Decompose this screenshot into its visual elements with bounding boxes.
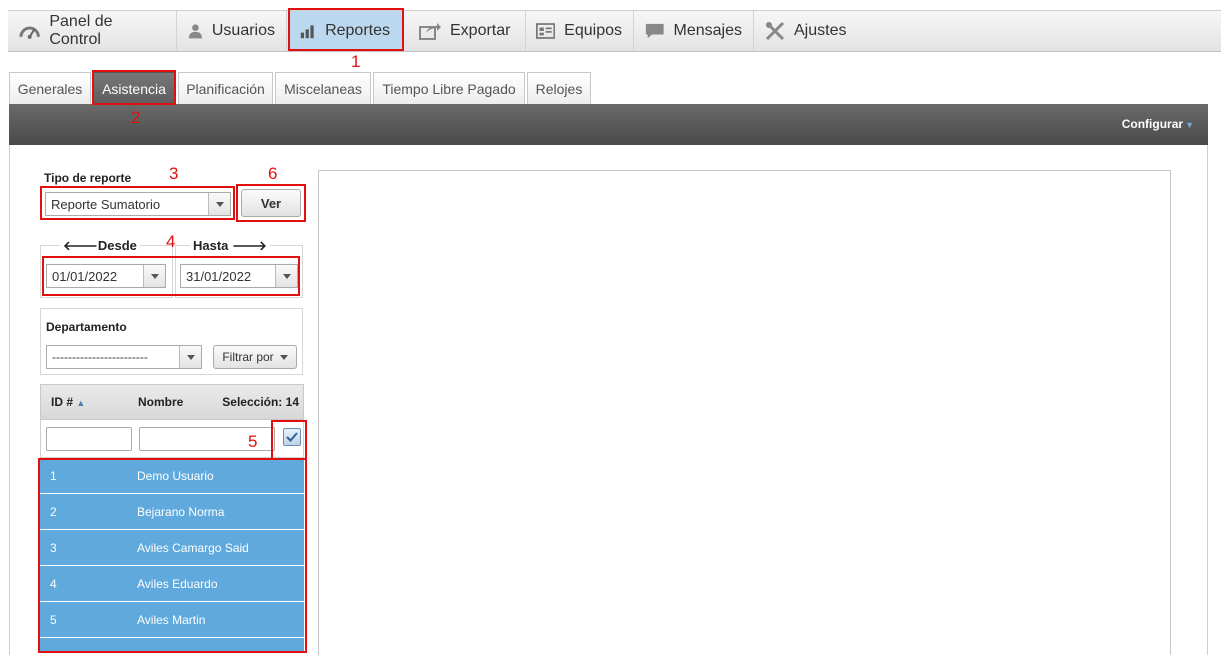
annotation-box-6 bbox=[236, 184, 306, 222]
annotation-number-4: 4 bbox=[166, 232, 176, 251]
tab-tiempo-libre-pagado[interactable]: Tiempo Libre Pagado bbox=[373, 72, 525, 105]
tab-miscelaneas[interactable]: Miscelaneas bbox=[275, 72, 371, 105]
nav-label: Mensajes bbox=[673, 22, 742, 39]
hasta-text: Hasta bbox=[193, 238, 229, 253]
annotation-number-1: 1 bbox=[351, 52, 361, 71]
arrow-left-icon: 🡐 bbox=[63, 238, 98, 253]
annotation-number-5: 5 bbox=[248, 432, 258, 451]
sort-asc-icon: ▲ bbox=[76, 398, 86, 408]
user-icon bbox=[188, 24, 203, 39]
nav-label: Equipos bbox=[564, 22, 622, 39]
devices-icon bbox=[536, 23, 556, 39]
message-icon bbox=[645, 23, 664, 39]
desde-label: 🡐Desde bbox=[60, 238, 140, 254]
tab-relojes[interactable]: Relojes bbox=[527, 72, 591, 105]
configurar-menu[interactable]: Configurar ▼ bbox=[1122, 117, 1194, 131]
id-filter-input[interactable] bbox=[46, 427, 132, 451]
tab-label: Planificación bbox=[186, 81, 265, 97]
nav-panel-de-control[interactable]: Panel de Control bbox=[8, 11, 177, 51]
tab-generales[interactable]: Generales bbox=[9, 72, 91, 105]
chevron-down-icon bbox=[279, 354, 288, 360]
dashboard-icon bbox=[19, 26, 40, 39]
tipo-reporte-label: Tipo de reporte bbox=[44, 171, 132, 185]
departamento-value: ------------------------ bbox=[52, 350, 148, 364]
grid-filter-row bbox=[40, 420, 304, 458]
grid-header: ID # ▲ Nombre Selección: 14 bbox=[40, 384, 304, 420]
tab-label: Miscelaneas bbox=[284, 81, 362, 97]
annotation-number-6: 6 bbox=[268, 164, 278, 183]
annotation-box-2 bbox=[92, 70, 176, 105]
col-id-label: ID # bbox=[51, 395, 74, 409]
annotation-box-rows bbox=[38, 458, 307, 653]
hasta-label: Hasta 🡒 bbox=[190, 238, 270, 254]
nav-label: Panel de Control bbox=[49, 13, 113, 48]
nav-exportar[interactable]: Exportar bbox=[408, 11, 526, 51]
export-icon bbox=[419, 23, 441, 40]
tab-label: Generales bbox=[17, 81, 83, 97]
tab-label: Relojes bbox=[535, 81, 583, 97]
report-toolbar: Configurar ▼ bbox=[9, 104, 1208, 145]
nav-usuarios[interactable]: Usuarios bbox=[177, 11, 287, 51]
annotation-box-4 bbox=[42, 256, 300, 296]
col-id-header[interactable]: ID # ▲ bbox=[51, 395, 85, 409]
selection-count: Selección: 14 bbox=[222, 395, 299, 409]
chevron-down-icon: ▼ bbox=[1185, 120, 1194, 130]
annotation-box-5 bbox=[271, 420, 307, 460]
desde-text: Desde bbox=[97, 238, 137, 253]
annotation-box-3 bbox=[40, 186, 235, 220]
arrow-right-icon: 🡒 bbox=[232, 238, 267, 253]
departamento-label: Departamento bbox=[46, 320, 127, 334]
annotation-box-1 bbox=[288, 8, 404, 51]
nav-label: Exportar bbox=[450, 22, 511, 39]
report-preview bbox=[318, 170, 1171, 655]
nav-label: Ajustes bbox=[794, 22, 847, 39]
annotation-number-3: 3 bbox=[169, 164, 179, 183]
annotation-number-2: 2 bbox=[131, 108, 141, 127]
col-name-header[interactable]: Nombre bbox=[138, 395, 183, 409]
filtrar-por-button[interactable]: Filtrar por bbox=[213, 345, 297, 369]
filtrar-por-label: Filtrar por bbox=[222, 350, 274, 364]
tab-label: Tiempo Libre Pagado bbox=[382, 81, 516, 97]
main-nav: Panel de Control Usuarios Reportes Expor… bbox=[8, 10, 1221, 52]
configurar-label: Configurar bbox=[1121, 117, 1184, 131]
chevron-down-icon[interactable] bbox=[179, 346, 201, 368]
nav-mensajes[interactable]: Mensajes bbox=[634, 11, 754, 51]
nav-label: Usuarios bbox=[211, 22, 275, 39]
nav-ajustes[interactable]: Ajustes bbox=[754, 11, 858, 51]
nav-equipos[interactable]: Equipos bbox=[525, 11, 634, 51]
departamento-select[interactable]: ------------------------ bbox=[46, 345, 202, 369]
tools-icon bbox=[765, 21, 785, 41]
tab-planificacion[interactable]: Planificación bbox=[178, 72, 273, 105]
